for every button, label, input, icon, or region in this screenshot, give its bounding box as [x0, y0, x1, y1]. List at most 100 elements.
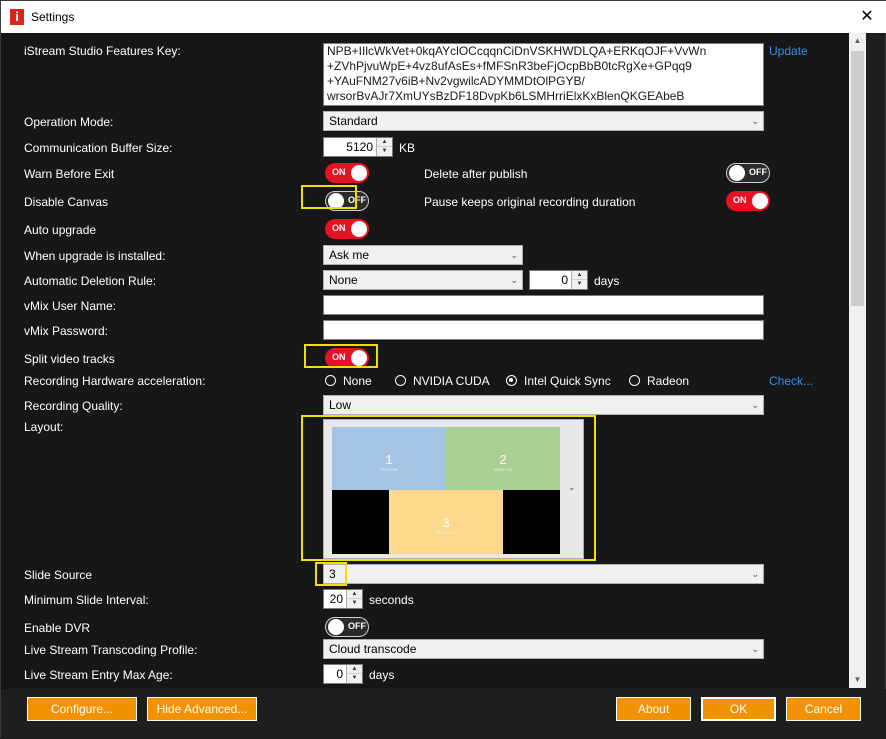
slide-source-select[interactable]: 3 ⌄ — [323, 564, 764, 584]
key-line: +YAuFNM27v6iB+Nv2vgwilcADYMMDtOlPGYB/ — [327, 74, 585, 88]
hw-accel-radio-intel[interactable] — [506, 375, 517, 386]
buffer-size-spinner[interactable]: 5120 ▲ ▼ — [323, 137, 393, 157]
left-edge — [1, 33, 9, 689]
scroll-up-icon[interactable]: ▲ — [849, 33, 866, 49]
auto-upgrade-label: Auto upgrade — [24, 223, 97, 237]
layout-highlight — [301, 415, 596, 561]
spinner-buttons: ▲ ▼ — [376, 138, 392, 156]
vertical-scrollbar[interactable]: ▲ ▼ — [849, 33, 866, 688]
scroll-down-icon[interactable]: ▼ — [849, 672, 866, 688]
pause-keeps-duration-toggle[interactable]: ON — [726, 191, 770, 211]
layout-label: Layout: — [24, 420, 64, 434]
upgrade-installed-select[interactable]: Ask me ⌄ — [323, 245, 523, 265]
chevron-down-icon: ⌄ — [510, 275, 518, 285]
min-slide-interval-value: 20 — [329, 592, 343, 606]
delete-after-publish-label: Delete after publish — [424, 167, 528, 181]
entry-max-age-unit: days — [369, 668, 395, 682]
spin-up-icon[interactable]: ▲ — [347, 665, 362, 674]
auto-upgrade-toggle[interactable]: ON — [325, 219, 369, 239]
upgrade-installed-value: Ask me — [329, 248, 370, 262]
about-button[interactable]: About — [616, 697, 691, 721]
split-tracks-label: Split video tracks — [24, 352, 115, 366]
check-link[interactable]: Check... — [769, 374, 813, 388]
quality-select[interactable]: Low ⌄ — [323, 395, 764, 415]
delete-after-publish-toggle[interactable]: OFF — [726, 163, 770, 183]
hide-advanced-button[interactable]: Hide Advanced... — [147, 697, 257, 721]
transcode-profile-select[interactable]: Cloud transcode ⌄ — [323, 639, 764, 659]
ok-button[interactable]: OK — [701, 697, 776, 721]
quality-label: Recording Quality: — [24, 399, 123, 413]
close-button[interactable]: ✕ — [853, 5, 881, 29]
chevron-down-icon: ⌄ — [510, 250, 518, 260]
toggle-state: ON — [733, 195, 747, 205]
hw-accel-label: Recording Hardware acceleration: — [24, 374, 206, 388]
operation-mode-label: Operation Mode: — [24, 115, 114, 129]
spin-down-icon[interactable]: ▼ — [377, 147, 392, 156]
entry-max-age-label: Live Stream Entry Max Age: — [24, 668, 173, 682]
operation-mode-value: Standard — [329, 114, 378, 128]
spinner-buttons: ▲ ▼ — [571, 271, 587, 289]
transcode-profile-label: Live Stream Transcoding Profile: — [24, 643, 198, 657]
window-title: Settings — [31, 10, 75, 24]
spin-down-icon[interactable]: ▼ — [347, 674, 362, 683]
scrollbar-thumb[interactable] — [851, 51, 864, 306]
toggle-state: OFF — [749, 167, 767, 177]
deletion-rule-value: None — [329, 273, 358, 287]
toggle-state: OFF — [348, 621, 366, 631]
hw-accel-radio-radeon[interactable] — [629, 375, 640, 386]
enable-dvr-label: Enable DVR — [24, 621, 91, 635]
chevron-down-icon: ⌄ — [751, 116, 759, 126]
min-slide-interval-label: Minimum Slide Interval: — [24, 593, 149, 607]
settings-window: i Settings ✕ iStream Studio Features Key… — [0, 0, 886, 739]
hw-accel-option-label: Radeon — [647, 374, 690, 388]
toggle-knob — [729, 165, 745, 181]
hw-accel-option-label: NVIDIA CUDA — [413, 374, 490, 388]
operation-mode-select[interactable]: Standard ⌄ — [323, 111, 764, 131]
hw-accel-option-label: None — [343, 374, 372, 388]
vmix-user-label: vMix User Name: — [24, 299, 117, 313]
update-link[interactable]: Update — [769, 44, 808, 58]
deletion-rule-label: Automatic Deletion Rule: — [24, 274, 157, 288]
vmix-user-input[interactable] — [323, 295, 764, 315]
buffer-size-value: 5120 — [346, 140, 373, 154]
enable-dvr-toggle[interactable]: OFF — [325, 617, 369, 637]
hw-accel-radio-nvidia[interactable] — [395, 375, 406, 386]
deletion-rule-select[interactable]: None ⌄ — [323, 270, 523, 290]
hw-accel-option-label: Intel Quick Sync — [524, 374, 611, 388]
configure-button[interactable]: Configure... — [27, 697, 137, 721]
entry-max-age-value: 0 — [336, 667, 343, 681]
features-key-label: iStream Studio Features Key: — [24, 44, 181, 58]
chevron-down-icon: ⌄ — [751, 569, 759, 579]
settings-panel: iStream Studio Features Key: NPB+IIlcWkV… — [9, 33, 864, 688]
min-slide-interval-spinner[interactable]: 20 ▲ ▼ — [323, 589, 363, 609]
vmix-password-label: vMix Password: — [24, 324, 109, 338]
hw-accel-radio-none[interactable] — [325, 375, 336, 386]
chevron-down-icon: ⌄ — [751, 644, 759, 654]
toggle-knob — [752, 193, 768, 209]
spin-up-icon[interactable]: ▲ — [347, 590, 362, 599]
upgrade-installed-label: When upgrade is installed: — [24, 249, 166, 263]
key-line: +ZVhPjvuWpE+4vz8ufAsEs+fMFSnR3beFjOcpBbB… — [327, 59, 692, 73]
entry-max-age-spinner[interactable]: 0 ▲ ▼ — [323, 664, 363, 684]
warn-before-exit-toggle[interactable]: ON — [325, 163, 369, 183]
spin-up-icon[interactable]: ▲ — [377, 138, 392, 147]
cancel-button[interactable]: Cancel — [786, 697, 861, 721]
chevron-down-icon: ⌄ — [751, 400, 759, 410]
title-bar: i Settings ✕ — [1, 1, 886, 33]
buffer-size-label: Communication Buffer Size: — [24, 141, 173, 155]
buffer-size-unit: KB — [399, 141, 416, 155]
istream-logo-icon: i — [10, 9, 24, 25]
min-slide-interval-unit: seconds — [369, 593, 414, 607]
toggle-knob — [351, 221, 367, 237]
vmix-password-input[interactable] — [323, 320, 764, 340]
features-key-textbox[interactable]: NPB+IIlcWkVet+0kqAYclOCcqqnCiDnVSKHWDLQA… — [323, 43, 764, 106]
quality-value: Low — [329, 398, 352, 412]
deletion-days-value: 0 — [561, 273, 568, 287]
pause-keeps-duration-label: Pause keeps original recording duration — [424, 195, 636, 209]
spin-up-icon[interactable]: ▲ — [572, 271, 587, 280]
spin-down-icon[interactable]: ▼ — [347, 599, 362, 608]
warn-before-exit-label: Warn Before Exit — [24, 167, 115, 181]
deletion-days-spinner[interactable]: 0 ▲ ▼ — [529, 270, 588, 290]
slide-source-highlight — [315, 562, 347, 586]
spin-down-icon[interactable]: ▼ — [572, 280, 587, 289]
